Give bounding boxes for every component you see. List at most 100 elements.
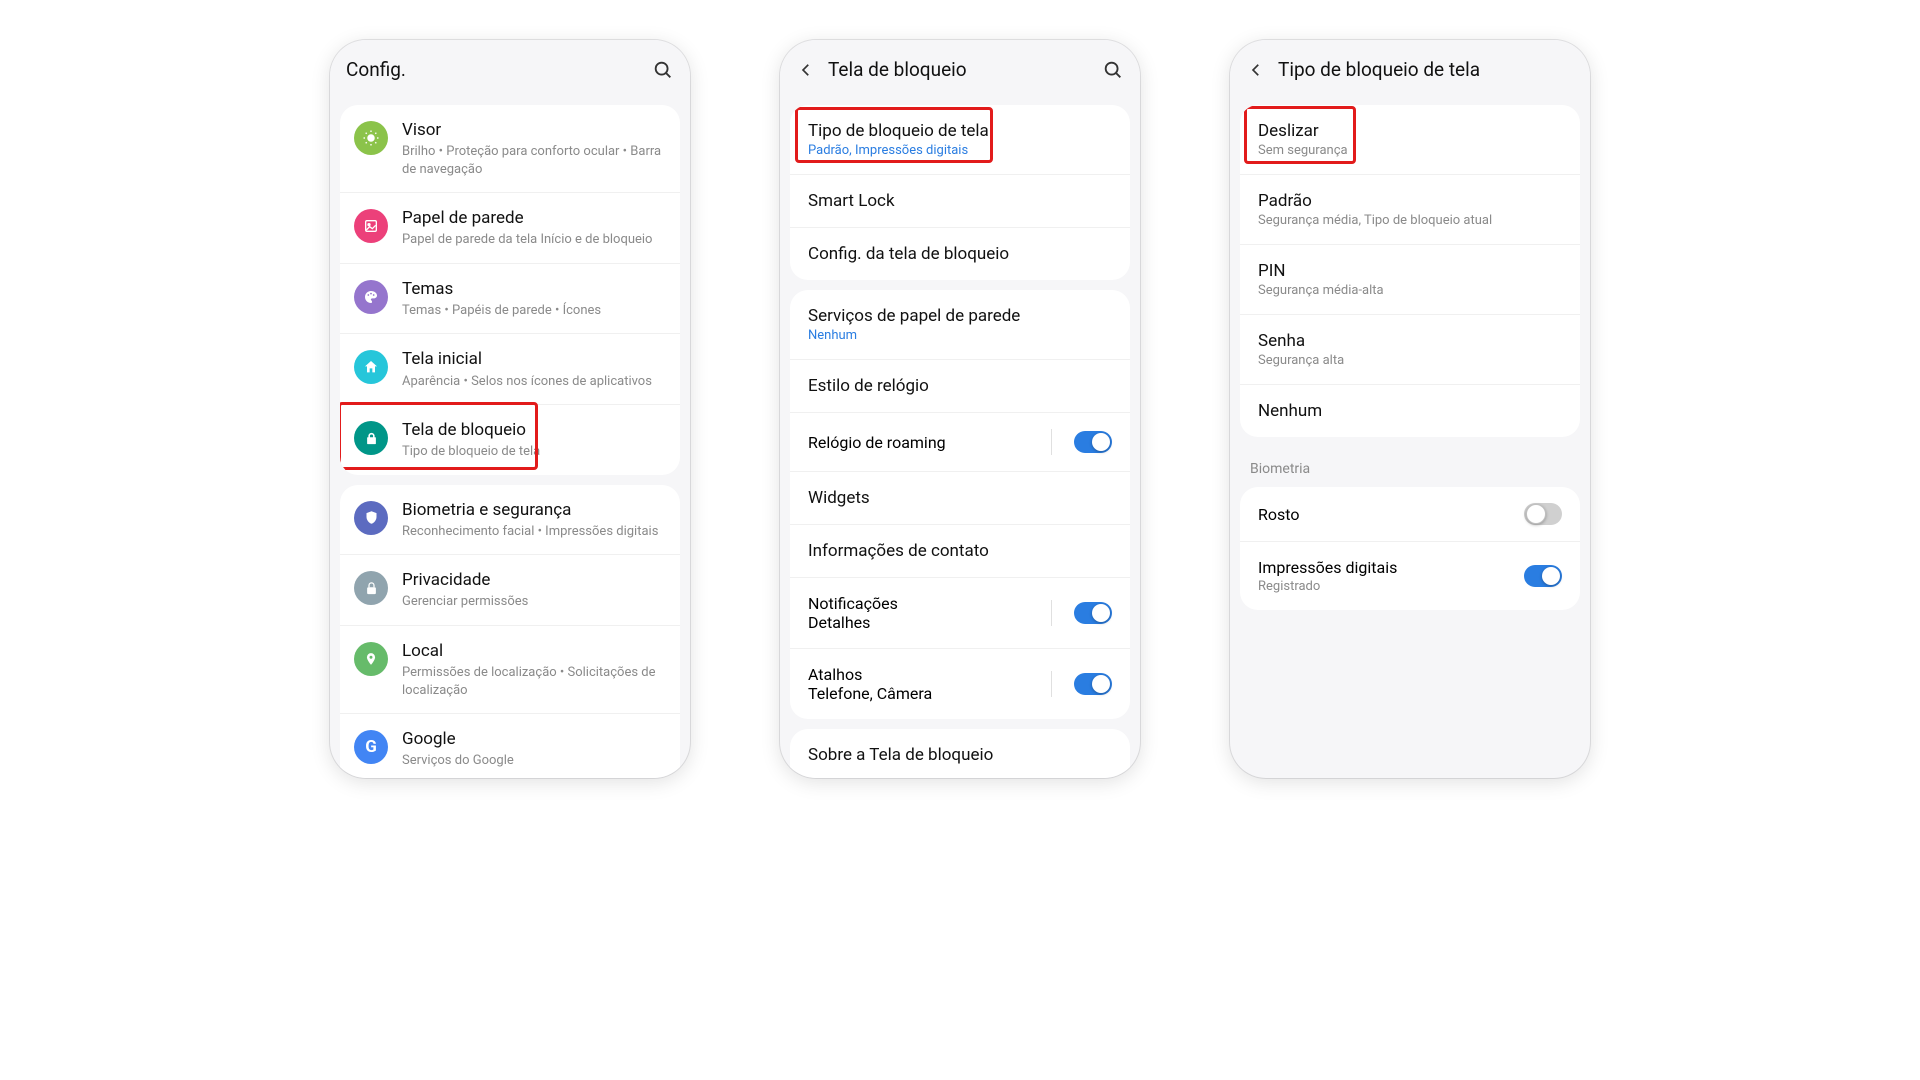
item-pin[interactable]: PIN Segurança média-alta [1240, 245, 1580, 315]
settings-item-themes[interactable]: Temas Temas • Papéis de parede • Ícones [340, 264, 680, 335]
item-fingerprints[interactable]: Impressões digitais Registrado [1240, 542, 1580, 610]
item-sub: Detalhes [808, 613, 1045, 632]
item-title: Tela inicial [402, 348, 664, 370]
home-icon [354, 350, 388, 384]
item-contactinfo[interactable]: Informações de contato [790, 525, 1130, 578]
item-title: Rosto [1258, 505, 1514, 524]
item-title: Tipo de bloqueio de tela [808, 121, 1112, 141]
item-title: Nenhum [1258, 401, 1562, 421]
settings-item-location[interactable]: Local Permissões de localização • Solici… [340, 626, 680, 714]
item-title: Local [402, 640, 664, 662]
toggle-notifications[interactable] [1074, 602, 1112, 624]
settings-item-home[interactable]: Tela inicial Aparência • Selos nos ícone… [340, 334, 680, 405]
page-title: Config. [346, 58, 652, 81]
search-icon[interactable] [1102, 59, 1124, 81]
divider [1051, 429, 1052, 455]
item-title: Notificações [808, 594, 1045, 613]
phone-settings: Config. Visor Brilho • Proteção para con… [330, 40, 690, 778]
toggle-fingerprints[interactable] [1524, 565, 1562, 587]
back-icon[interactable] [1246, 60, 1266, 80]
item-password[interactable]: Senha Segurança alta [1240, 315, 1580, 385]
item-title: Deslizar [1258, 121, 1562, 141]
shield-icon [354, 501, 388, 535]
wallpaper-icon [354, 209, 388, 243]
settings-group-1: Visor Brilho • Proteção para conforto oc… [340, 105, 680, 475]
item-face[interactable]: Rosto [1240, 487, 1580, 542]
item-shortcuts[interactable]: Atalhos Telefone, Câmera [790, 649, 1130, 719]
item-sub: Temas • Papéis de parede • Ícones [402, 302, 664, 320]
item-sub: Permissões de localização • Solicitações… [402, 664, 664, 699]
toggle-roamingclock[interactable] [1074, 431, 1112, 453]
item-title: Impressões digitais [1258, 558, 1514, 577]
item-title: Sobre a Tela de bloqueio [808, 745, 1112, 765]
settings-group-2: Biometria e segurança Reconhecimento fac… [340, 485, 680, 778]
item-none[interactable]: Nenhum [1240, 385, 1580, 437]
page-title: Tela de bloqueio [828, 58, 1102, 81]
lock-icon [354, 421, 388, 455]
item-title: Papel de parede [402, 207, 664, 229]
item-sub: Gerenciar permissões [402, 593, 664, 611]
themes-icon [354, 280, 388, 314]
lock-group-3: Sobre a Tela de bloqueio [790, 729, 1130, 778]
back-icon[interactable] [796, 60, 816, 80]
display-icon [354, 121, 388, 155]
divider [1051, 671, 1052, 697]
item-wallpaperservices[interactable]: Serviços de papel de parede Nenhum [790, 290, 1130, 360]
item-sub: Papel de parede da tela Início e de bloq… [402, 231, 664, 249]
item-title: Visor [402, 119, 664, 141]
item-locktype[interactable]: Tipo de bloqueio de tela Padrão, Impress… [790, 105, 1130, 175]
item-title: Google [402, 728, 664, 750]
item-title: Padrão [1258, 191, 1562, 211]
item-title: PIN [1258, 261, 1562, 281]
lock-group-2: Serviços de papel de parede Nenhum Estil… [790, 290, 1130, 719]
item-sub: Sem segurança [1258, 143, 1562, 158]
item-notifications[interactable]: Notificações Detalhes [790, 578, 1130, 649]
item-sub: Tipo de bloqueio de tela [402, 443, 664, 461]
item-clockstyle[interactable]: Estilo de relógio [790, 360, 1130, 413]
item-title: Tela de bloqueio [402, 419, 664, 441]
item-widgets[interactable]: Widgets [790, 472, 1130, 525]
item-about-lockscreen[interactable]: Sobre a Tela de bloqueio [790, 729, 1130, 778]
item-title: Privacidade [402, 569, 664, 591]
settings-item-wallpaper[interactable]: Papel de parede Papel de parede da tela … [340, 193, 680, 264]
item-sub: Serviços do Google [402, 752, 664, 770]
section-label-biometrics: Biometria [1230, 447, 1590, 483]
settings-item-biometrics[interactable]: Biometria e segurança Reconhecimento fac… [340, 485, 680, 556]
item-roamingclock[interactable]: Relógio de roaming [790, 413, 1130, 472]
settings-item-privacy[interactable]: Privacidade Gerenciar permissões [340, 555, 680, 626]
biometrics-group: Rosto Impressões digitais Registrado [1240, 487, 1580, 610]
item-sub: Aparência • Selos nos ícones de aplicati… [402, 373, 664, 391]
item-title: Informações de contato [808, 541, 1112, 561]
settings-item-lockscreen[interactable]: Tela de bloqueio Tipo de bloqueio de tel… [340, 405, 680, 475]
item-sub: Segurança alta [1258, 353, 1562, 368]
item-sub: Reconhecimento facial • Impressões digit… [402, 523, 664, 541]
item-title: Smart Lock [808, 191, 1112, 211]
header: Tipo de bloqueio de tela [1230, 40, 1590, 95]
item-title: Senha [1258, 331, 1562, 351]
item-title: Relógio de roaming [808, 433, 1045, 452]
header: Tela de bloqueio [780, 40, 1140, 95]
item-locksettings[interactable]: Config. da tela de bloqueio [790, 228, 1130, 280]
phone-locktype: Tipo de bloqueio de tela Deslizar Sem se… [1230, 40, 1590, 778]
item-title: Config. da tela de bloqueio [808, 244, 1112, 264]
item-title: Estilo de relógio [808, 376, 1112, 396]
item-sub: Registrado [1258, 579, 1514, 594]
item-sub: Segurança média-alta [1258, 283, 1562, 298]
search-icon[interactable] [652, 59, 674, 81]
header: Config. [330, 40, 690, 95]
item-pattern[interactable]: Padrão Segurança média, Tipo de bloqueio… [1240, 175, 1580, 245]
item-title: Atalhos [808, 665, 1045, 684]
settings-item-visor[interactable]: Visor Brilho • Proteção para conforto oc… [340, 105, 680, 193]
toggle-face[interactable] [1524, 503, 1562, 525]
item-swipe[interactable]: Deslizar Sem segurança [1240, 105, 1580, 175]
item-sub: Telefone, Câmera [808, 684, 1045, 703]
page-title: Tipo de bloqueio de tela [1278, 58, 1574, 81]
locktype-group: Deslizar Sem segurança Padrão Segurança … [1240, 105, 1580, 437]
item-title: Temas [402, 278, 664, 300]
divider [1051, 600, 1052, 626]
item-sub: Padrão, Impressões digitais [808, 143, 1112, 158]
settings-item-google[interactable]: G Google Serviços do Google [340, 714, 680, 778]
item-smartlock[interactable]: Smart Lock [790, 175, 1130, 228]
toggle-shortcuts[interactable] [1074, 673, 1112, 695]
lock-group-1: Tipo de bloqueio de tela Padrão, Impress… [790, 105, 1130, 280]
